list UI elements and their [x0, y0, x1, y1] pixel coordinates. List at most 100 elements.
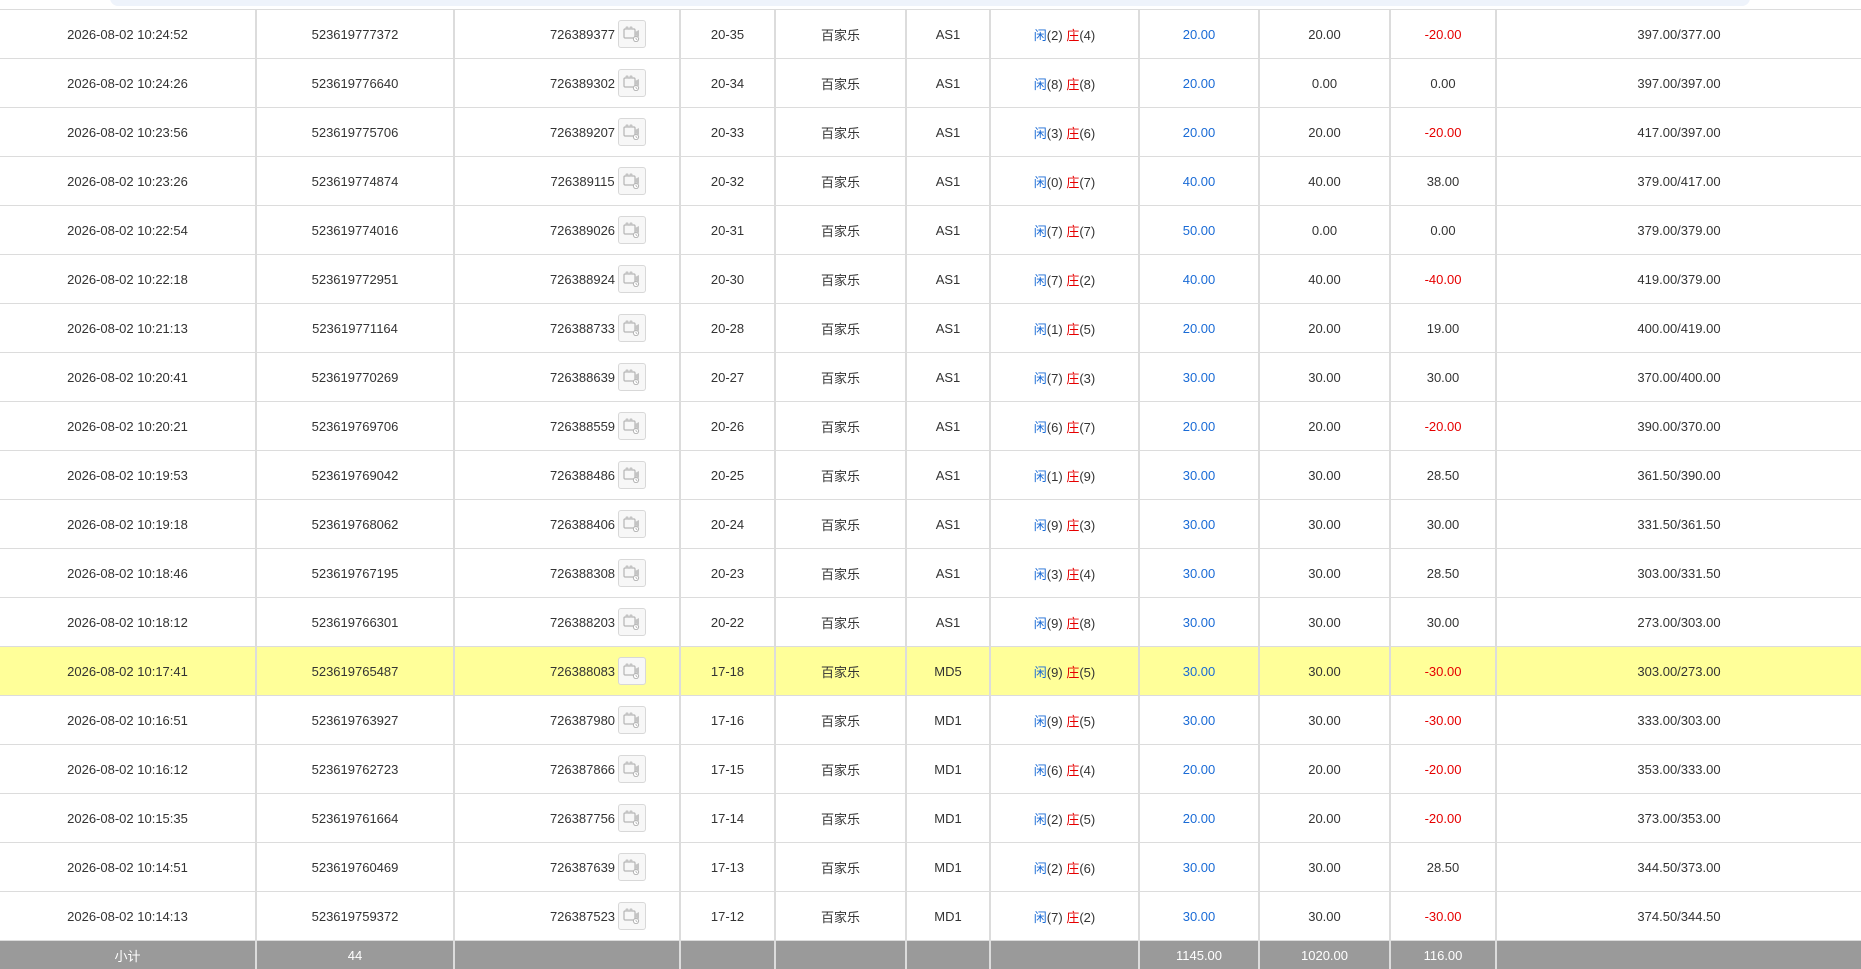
banker-value: (8): [1079, 616, 1095, 631]
cell-win-loss: -20.00: [1390, 794, 1496, 843]
banker-label: 庄: [1066, 77, 1079, 92]
round-no-text: 726388486: [550, 468, 615, 483]
video-replay-icon[interactable]: [618, 314, 646, 342]
banker-value: (6): [1079, 126, 1095, 141]
player-value: (3): [1047, 567, 1063, 582]
round-no-text: 726389302: [550, 76, 615, 91]
banker-value: (7): [1079, 175, 1095, 190]
cell-result: 闲(8) 庄(8): [990, 59, 1139, 108]
cell-valid-bet: 20.00: [1259, 304, 1390, 353]
video-replay-icon[interactable]: [618, 412, 646, 440]
cell-time: 2026-08-02 10:23:56: [0, 108, 256, 157]
cell-win-loss: -30.00: [1390, 892, 1496, 941]
player-value: (9): [1047, 616, 1063, 631]
cell-result: 闲(9) 庄(5): [990, 647, 1139, 696]
player-label: 闲: [1034, 420, 1047, 435]
video-replay-icon[interactable]: [618, 608, 646, 636]
cell-table: MD1: [906, 794, 990, 843]
video-replay-icon[interactable]: [618, 265, 646, 293]
cell-time: 2026-08-02 10:22:18: [0, 255, 256, 304]
cell-table: AS1: [906, 304, 990, 353]
cell-result: 闲(1) 庄(5): [990, 304, 1139, 353]
player-value: (0): [1047, 175, 1063, 190]
video-replay-icon[interactable]: [618, 69, 646, 97]
video-replay-icon[interactable]: [618, 706, 646, 734]
cell-win-loss: -30.00: [1390, 647, 1496, 696]
cell-round-no: 726388639: [454, 353, 680, 402]
cell-result: 闲(2) 庄(6): [990, 843, 1139, 892]
table-row: 2026-08-02 10:14:51 523619760469 7263876…: [0, 843, 1861, 892]
cell-balance: 344.50/373.00: [1496, 843, 1861, 892]
cell-result: 闲(7) 庄(3): [990, 353, 1139, 402]
cell-bet: 50.00: [1139, 206, 1259, 255]
banker-label: 庄: [1066, 616, 1079, 631]
table-row: 2026-08-02 10:23:26 523619774874 7263891…: [0, 157, 1861, 206]
video-replay-icon[interactable]: [618, 853, 646, 881]
cell-shoe: 20-24: [680, 500, 775, 549]
subtotal-valid: 1020.00: [1259, 941, 1390, 969]
banker-value: (5): [1079, 665, 1095, 680]
video-replay-icon[interactable]: [618, 20, 646, 48]
cell-game: 百家乐: [775, 647, 906, 696]
cell-game: 百家乐: [775, 304, 906, 353]
banker-label: 庄: [1066, 273, 1079, 288]
cell-round-no: 726388406: [454, 500, 680, 549]
table-row: 2026-08-02 10:19:53 523619769042 7263884…: [0, 451, 1861, 500]
video-replay-icon[interactable]: [618, 363, 646, 391]
player-label: 闲: [1034, 910, 1047, 925]
round-no-text: 726387866: [550, 762, 615, 777]
cell-shoe: 20-35: [680, 10, 775, 59]
player-label: 闲: [1034, 861, 1047, 876]
banker-label: 庄: [1066, 714, 1079, 729]
cell-order-no: 523619769706: [256, 402, 454, 451]
cell-table: AS1: [906, 353, 990, 402]
banker-label: 庄: [1066, 763, 1079, 778]
cell-balance: 303.00/331.50: [1496, 549, 1861, 598]
cell-win-loss: 28.50: [1390, 451, 1496, 500]
cell-valid-bet: 30.00: [1259, 451, 1390, 500]
video-replay-icon[interactable]: [618, 657, 646, 685]
cell-bet: 20.00: [1139, 108, 1259, 157]
cell-game: 百家乐: [775, 255, 906, 304]
cell-order-no: 523619766301: [256, 598, 454, 647]
player-value: (7): [1047, 224, 1063, 239]
banker-label: 庄: [1066, 28, 1079, 43]
video-replay-icon[interactable]: [618, 559, 646, 587]
video-replay-icon[interactable]: [618, 804, 646, 832]
video-replay-icon[interactable]: [618, 118, 646, 146]
video-replay-icon[interactable]: [618, 510, 646, 538]
cell-valid-bet: 20.00: [1259, 108, 1390, 157]
cell-win-loss: -30.00: [1390, 696, 1496, 745]
cell-result: 闲(2) 庄(4): [990, 10, 1139, 59]
cell-valid-bet: 30.00: [1259, 696, 1390, 745]
cell-balance: 353.00/333.00: [1496, 745, 1861, 794]
banker-value: (4): [1079, 763, 1095, 778]
banker-value: (6): [1079, 861, 1095, 876]
cell-bet: 30.00: [1139, 598, 1259, 647]
cell-shoe: 17-12: [680, 892, 775, 941]
player-label: 闲: [1034, 322, 1047, 337]
video-replay-icon[interactable]: [618, 167, 646, 195]
cell-shoe: 20-22: [680, 598, 775, 647]
cell-result: 闲(6) 庄(4): [990, 745, 1139, 794]
player-label: 闲: [1034, 616, 1047, 631]
video-replay-icon[interactable]: [618, 216, 646, 244]
player-value: (9): [1047, 518, 1063, 533]
cell-shoe: 20-34: [680, 59, 775, 108]
cell-balance: 303.00/273.00: [1496, 647, 1861, 696]
cell-order-no: 523619768062: [256, 500, 454, 549]
table-row: 2026-08-02 10:24:52 523619777372 7263893…: [0, 10, 1861, 59]
video-replay-icon[interactable]: [618, 461, 646, 489]
banker-value: (7): [1079, 420, 1095, 435]
video-replay-icon[interactable]: [618, 902, 646, 930]
video-replay-icon[interactable]: [618, 755, 646, 783]
cell-round-no: 726389026: [454, 206, 680, 255]
cell-table: AS1: [906, 206, 990, 255]
table-row: 2026-08-02 10:16:51 523619763927 7263879…: [0, 696, 1861, 745]
cell-order-no: 523619760469: [256, 843, 454, 892]
player-value: (2): [1047, 28, 1063, 43]
cell-table: MD1: [906, 843, 990, 892]
cell-order-no: 523619770269: [256, 353, 454, 402]
cell-order-no: 523619759372: [256, 892, 454, 941]
subtotal-win: 116.00: [1390, 941, 1496, 969]
